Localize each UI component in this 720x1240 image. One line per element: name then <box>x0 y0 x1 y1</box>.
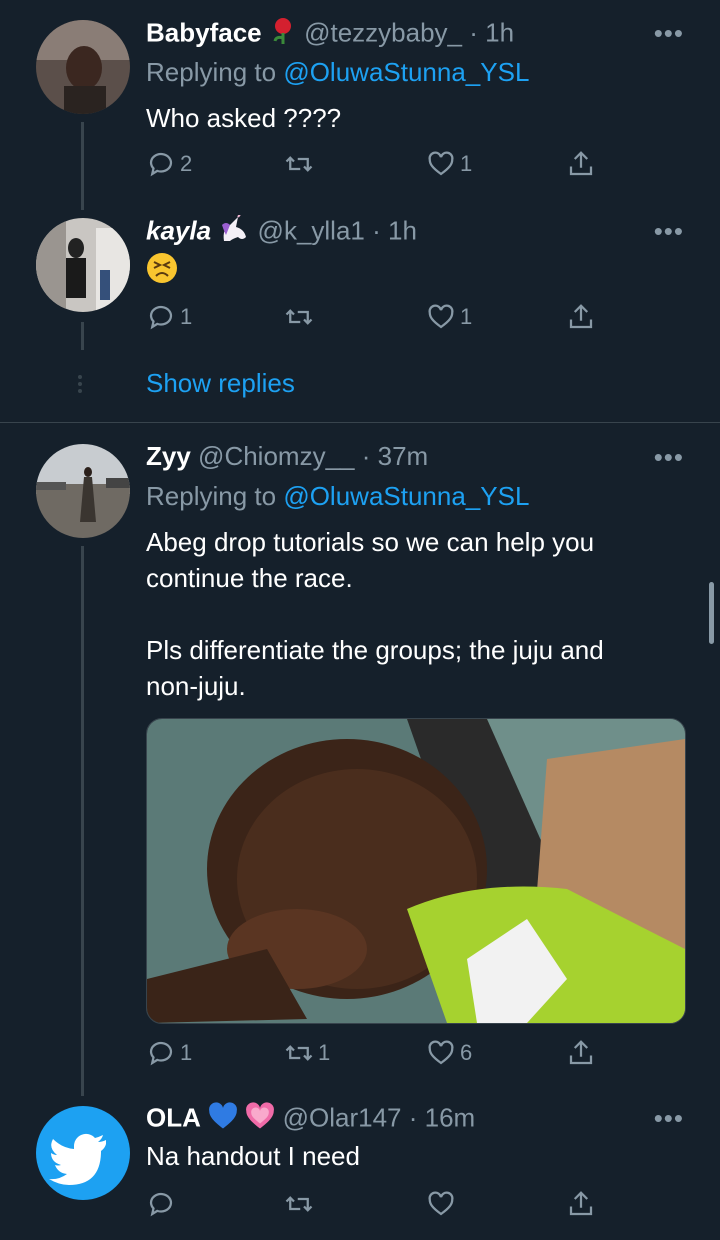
separator: · <box>372 215 381 246</box>
retweet-icon <box>285 1196 313 1212</box>
avatar[interactable] <box>36 218 130 312</box>
tweet-header: OLA @Olar147 · 16m <box>146 1102 475 1137</box>
tweet-text <box>146 252 666 293</box>
avatar[interactable] <box>36 444 130 538</box>
user-handle[interactable]: @k_ylla1 <box>258 215 365 245</box>
heart-icon <box>428 1191 454 1216</box>
reply-count: 1 <box>180 304 193 329</box>
scrollbar[interactable] <box>709 582 714 644</box>
display-name[interactable]: kayla <box>146 215 211 245</box>
separator: · <box>408 1102 418 1133</box>
separator: · <box>361 441 371 471</box>
tweet-text-line: Abeg drop tutorials so we can help you <box>146 527 595 557</box>
more-options-icon[interactable]: ••• <box>654 442 684 473</box>
display-name[interactable]: Babyface <box>146 17 262 47</box>
share-icon <box>569 1040 593 1065</box>
like-count: 6 <box>460 1040 473 1065</box>
like-button[interactable]: 1 <box>426 299 472 335</box>
retweet-count: 1 <box>318 1040 331 1065</box>
twitter-bird-icon <box>49 1133 106 1185</box>
growing-heart-emoji <box>245 1102 275 1137</box>
retweet-button[interactable] <box>284 1186 318 1222</box>
avatar[interactable] <box>36 1106 130 1200</box>
share-button[interactable] <box>566 1186 596 1222</box>
heart-icon <box>428 1040 454 1065</box>
rose-emoji <box>269 17 297 52</box>
tweet-text: Who asked ???? <box>146 103 342 133</box>
reply-count: 2 <box>180 151 193 176</box>
user-handle[interactable]: @Olar147 <box>283 1102 402 1132</box>
share-button[interactable] <box>566 146 596 182</box>
reply-button[interactable] <box>146 1186 180 1222</box>
retweet-icon <box>285 156 313 172</box>
replying-label: Replying to <box>146 57 277 87</box>
tweet-actions: 1 1 6 <box>146 1035 606 1071</box>
unicorn-emoji <box>218 212 250 250</box>
tweet-actions: 1 1 <box>146 299 606 335</box>
mention-link[interactable]: @OluwaStunna_YSL <box>283 481 529 511</box>
blue-heart-emoji <box>208 1102 238 1137</box>
persevering-face-emoji <box>146 252 178 293</box>
retweet-button[interactable]: 1 <box>284 1035 330 1071</box>
retweet-button[interactable] <box>284 146 318 182</box>
reply-icon <box>149 305 173 330</box>
replying-to: Replying to @OluwaStunna_YSL <box>146 481 529 512</box>
heart-icon <box>428 304 454 329</box>
more-options-icon[interactable]: ••• <box>654 216 684 247</box>
mention-link[interactable]: @OluwaStunna_YSL <box>283 57 529 87</box>
reply-icon <box>149 1041 173 1066</box>
display-name[interactable]: OLA <box>146 1102 201 1132</box>
user-handle[interactable]: @Chiomzy__ <box>198 441 354 471</box>
tweet-text-line: non-juju. <box>146 671 246 701</box>
tweet-header: kayla @k_ylla1 · 1h <box>146 212 417 250</box>
replying-to: Replying to @OluwaStunna_YSL <box>146 57 529 88</box>
share-button[interactable] <box>566 299 596 335</box>
like-button[interactable]: 6 <box>426 1035 472 1071</box>
thread-dots <box>78 372 84 396</box>
tweet-text-line: continue the race. <box>146 563 353 593</box>
reply-count: 1 <box>180 1040 193 1065</box>
heart-icon <box>428 151 454 176</box>
retweet-icon <box>285 309 313 325</box>
tweet-actions: 2 1 <box>146 146 606 182</box>
reply-icon <box>149 152 173 177</box>
tweet-text-line: Pls differentiate the groups; the juju a… <box>146 635 604 665</box>
retweet-button[interactable] <box>284 299 318 335</box>
like-button[interactable]: 1 <box>426 146 472 182</box>
tweet-text: Abeg drop tutorials so we can help you c… <box>146 524 666 704</box>
tweet-media-image[interactable] <box>146 718 686 1024</box>
timestamp[interactable]: 16m <box>425 1102 476 1132</box>
like-count: 1 <box>460 304 473 329</box>
retweet-icon <box>285 1045 313 1061</box>
display-name[interactable]: Zyy <box>146 441 191 471</box>
tweet-actions <box>146 1186 606 1222</box>
tweet-text: Na handout I need <box>146 1141 360 1171</box>
like-button[interactable] <box>426 1186 460 1222</box>
more-options-icon[interactable]: ••• <box>654 1103 684 1134</box>
tweet-header: Zyy @Chiomzy__ · 37m <box>146 441 428 472</box>
divider <box>0 422 720 423</box>
reply-button[interactable]: 1 <box>146 299 192 335</box>
share-button[interactable] <box>566 1035 596 1071</box>
timestamp[interactable]: 1h <box>388 215 417 245</box>
user-handle[interactable]: @tezzybaby_ <box>304 17 462 47</box>
reply-button[interactable]: 2 <box>146 146 192 182</box>
share-icon <box>569 151 593 176</box>
tweet-header: Babyface @tezzybaby_ · 1h <box>146 17 514 52</box>
like-count: 1 <box>460 151 473 176</box>
avatar[interactable] <box>36 20 130 114</box>
share-icon <box>569 1191 593 1216</box>
separator: · <box>469 17 478 48</box>
show-replies-link[interactable]: Show replies <box>146 368 295 399</box>
reply-icon <box>149 1192 173 1217</box>
share-icon <box>569 304 593 329</box>
reply-button[interactable]: 1 <box>146 1035 192 1071</box>
more-options-icon[interactable]: ••• <box>654 18 684 49</box>
timestamp[interactable]: 37m <box>378 441 429 471</box>
replying-label: Replying to <box>146 481 277 511</box>
timestamp[interactable]: 1h <box>485 17 514 47</box>
